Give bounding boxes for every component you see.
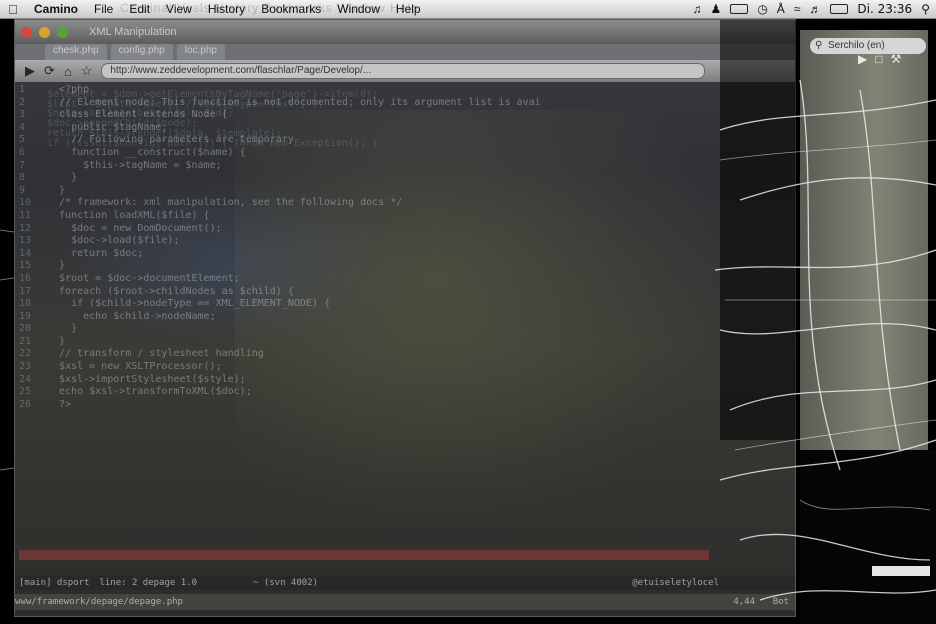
search-icon[interactable]: ⚲ xyxy=(921,2,930,16)
battery-status-icon[interactable] xyxy=(830,4,849,14)
music-note-icon[interactable]: ♫ xyxy=(693,2,702,16)
menu-clock[interactable]: Di. 23:36 xyxy=(857,2,912,16)
menu-bar:  Camino File Edit View History Bookmark… xyxy=(0,0,936,19)
apple-icon[interactable]:  xyxy=(0,2,26,17)
status-area: ♫ ♟ ◷ Å ≈ ♬ Di. 23:36 ⚲ xyxy=(693,0,930,18)
battery-icon[interactable] xyxy=(730,4,749,14)
volume-icon[interactable]: ♬ xyxy=(809,2,821,16)
menu-app-name[interactable]: Camino xyxy=(26,2,86,16)
screen-crack-overlay xyxy=(0,79,936,601)
user-icon[interactable]: ♟ xyxy=(711,2,722,16)
time-machine-icon[interactable]: ◷ xyxy=(757,2,767,16)
bluetooth-icon[interactable]: Å xyxy=(777,2,785,16)
menu-ghost-text: Cardinal Vosls History Bookmarks Window … xyxy=(120,1,419,15)
menu-file[interactable]: File xyxy=(86,2,121,16)
wifi-icon[interactable]: ≈ xyxy=(794,2,801,16)
